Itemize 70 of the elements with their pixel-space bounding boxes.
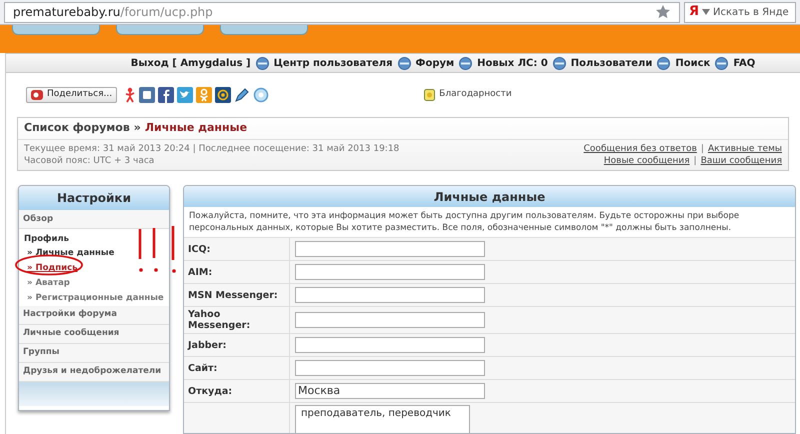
quick-link[interactable]: Ваши сообщения [700,155,782,167]
bullet-icon [256,56,269,70]
text-field[interactable] [295,241,485,257]
bullet-icon [398,56,411,70]
sidebar-item[interactable]: Обзор [19,210,169,229]
time-info: Текущее время: 31 май 2013 20:24 | Последнее посещение: 31 май 2013 19:18 [24,143,400,155]
address-bar[interactable]: prematurebaby.ru/forum/ucp.php [4,2,680,22]
nav-link[interactable]: Поиск [675,56,710,70]
timezone-info: Часовой пояс: UTC + 3 часа [24,155,156,167]
header-tab[interactable] [116,25,204,35]
thanks-link[interactable]: Благодарности [439,88,512,102]
text-area[interactable]: преподаватель, переводчик [295,405,470,433]
header-tab[interactable] [220,25,308,35]
quick-link[interactable]: Активные темы [708,143,782,155]
panel-title: Личные данные [184,186,795,207]
nav-link[interactable]: Новых ЛС: 0 [477,56,548,70]
link-separator: | [694,155,697,167]
sidebar-subitem[interactable]: » Регистрационные данные [19,290,172,306]
coin-icon [424,89,436,101]
sidebar-subitem[interactable]: » Аватар [19,276,78,291]
text-field[interactable] [295,312,485,328]
bird-icon[interactable] [177,87,194,103]
header-tab[interactable] [12,25,100,35]
sidebar-title: Настройки [19,186,169,210]
link-separator: | [700,143,704,155]
text-field[interactable] [295,287,485,303]
nav-link[interactable]: Центр пользователя [274,56,393,70]
bullet-icon [657,56,670,70]
quick-link[interactable]: Сообщения без ответов [584,143,697,155]
breadcrumb-link[interactable]: Список форумов [24,120,130,137]
field-label: AIM: [188,266,212,278]
sidebar-link[interactable]: » Подпись [19,260,86,276]
text-field[interactable] [295,360,485,376]
field-label: Yahoo Messenger: [188,309,252,331]
star-icon[interactable] [655,4,671,20]
at-sign-icon[interactable] [215,87,232,103]
nav-link[interactable]: Выход [ Amygdalus ] [130,56,251,70]
quick-link[interactable]: Новые сообщения [604,155,690,167]
search-field[interactable]: Я Искать в Янде [684,2,796,22]
bullet-icon [552,56,566,70]
share-button[interactable]: Поделиться... [26,87,118,103]
bullet-icon [715,56,728,70]
sidebar-item[interactable]: Настройки форума [19,306,169,325]
search-logo: Я [689,3,700,22]
notice-text: Пожалуйста, помните, что эта информация может быть доступна другим пользователям. Будьте осторожны при выборе персональных данных, которые Вы хотите разместить. Все поля, обозначенные символом "*" должны быть заполнены. [184,207,795,238]
breadcrumb-separator: » [134,120,141,136]
search-placeholder: Искать в Янде [713,6,789,20]
field-label: Откуда: [188,386,232,396]
sidebar-item[interactable]: Личные сообщения [19,324,169,344]
speaker-icon [31,90,43,100]
field-label: ICQ: [188,244,210,254]
field-label: Jabber: [188,340,226,350]
sidebar-item[interactable]: Группы [19,344,169,363]
facebook-icon[interactable] [158,87,174,103]
nav-link[interactable]: Форум [416,56,454,70]
breadcrumb-current: Личные данные [144,120,248,136]
field-label: MSN Messenger: [188,290,278,300]
text-field[interactable]: Москва [295,383,485,399]
nav-link[interactable]: FAQ [733,56,756,70]
bullet-icon [459,56,472,70]
field-label: Сайт: [188,362,218,374]
nav-link[interactable]: Пользователи [570,56,652,70]
figure-icon[interactable] [124,87,136,103]
text-field[interactable] [295,264,485,280]
sidebar-heading: Профиль [23,233,70,246]
sidebar-item[interactable]: Друзья и недоброжелатели [19,362,169,382]
pencil-icon[interactable] [234,87,250,103]
text-field[interactable] [295,337,485,353]
vk-icon[interactable] [139,87,156,103]
caret-icon[interactable] [702,9,710,15]
